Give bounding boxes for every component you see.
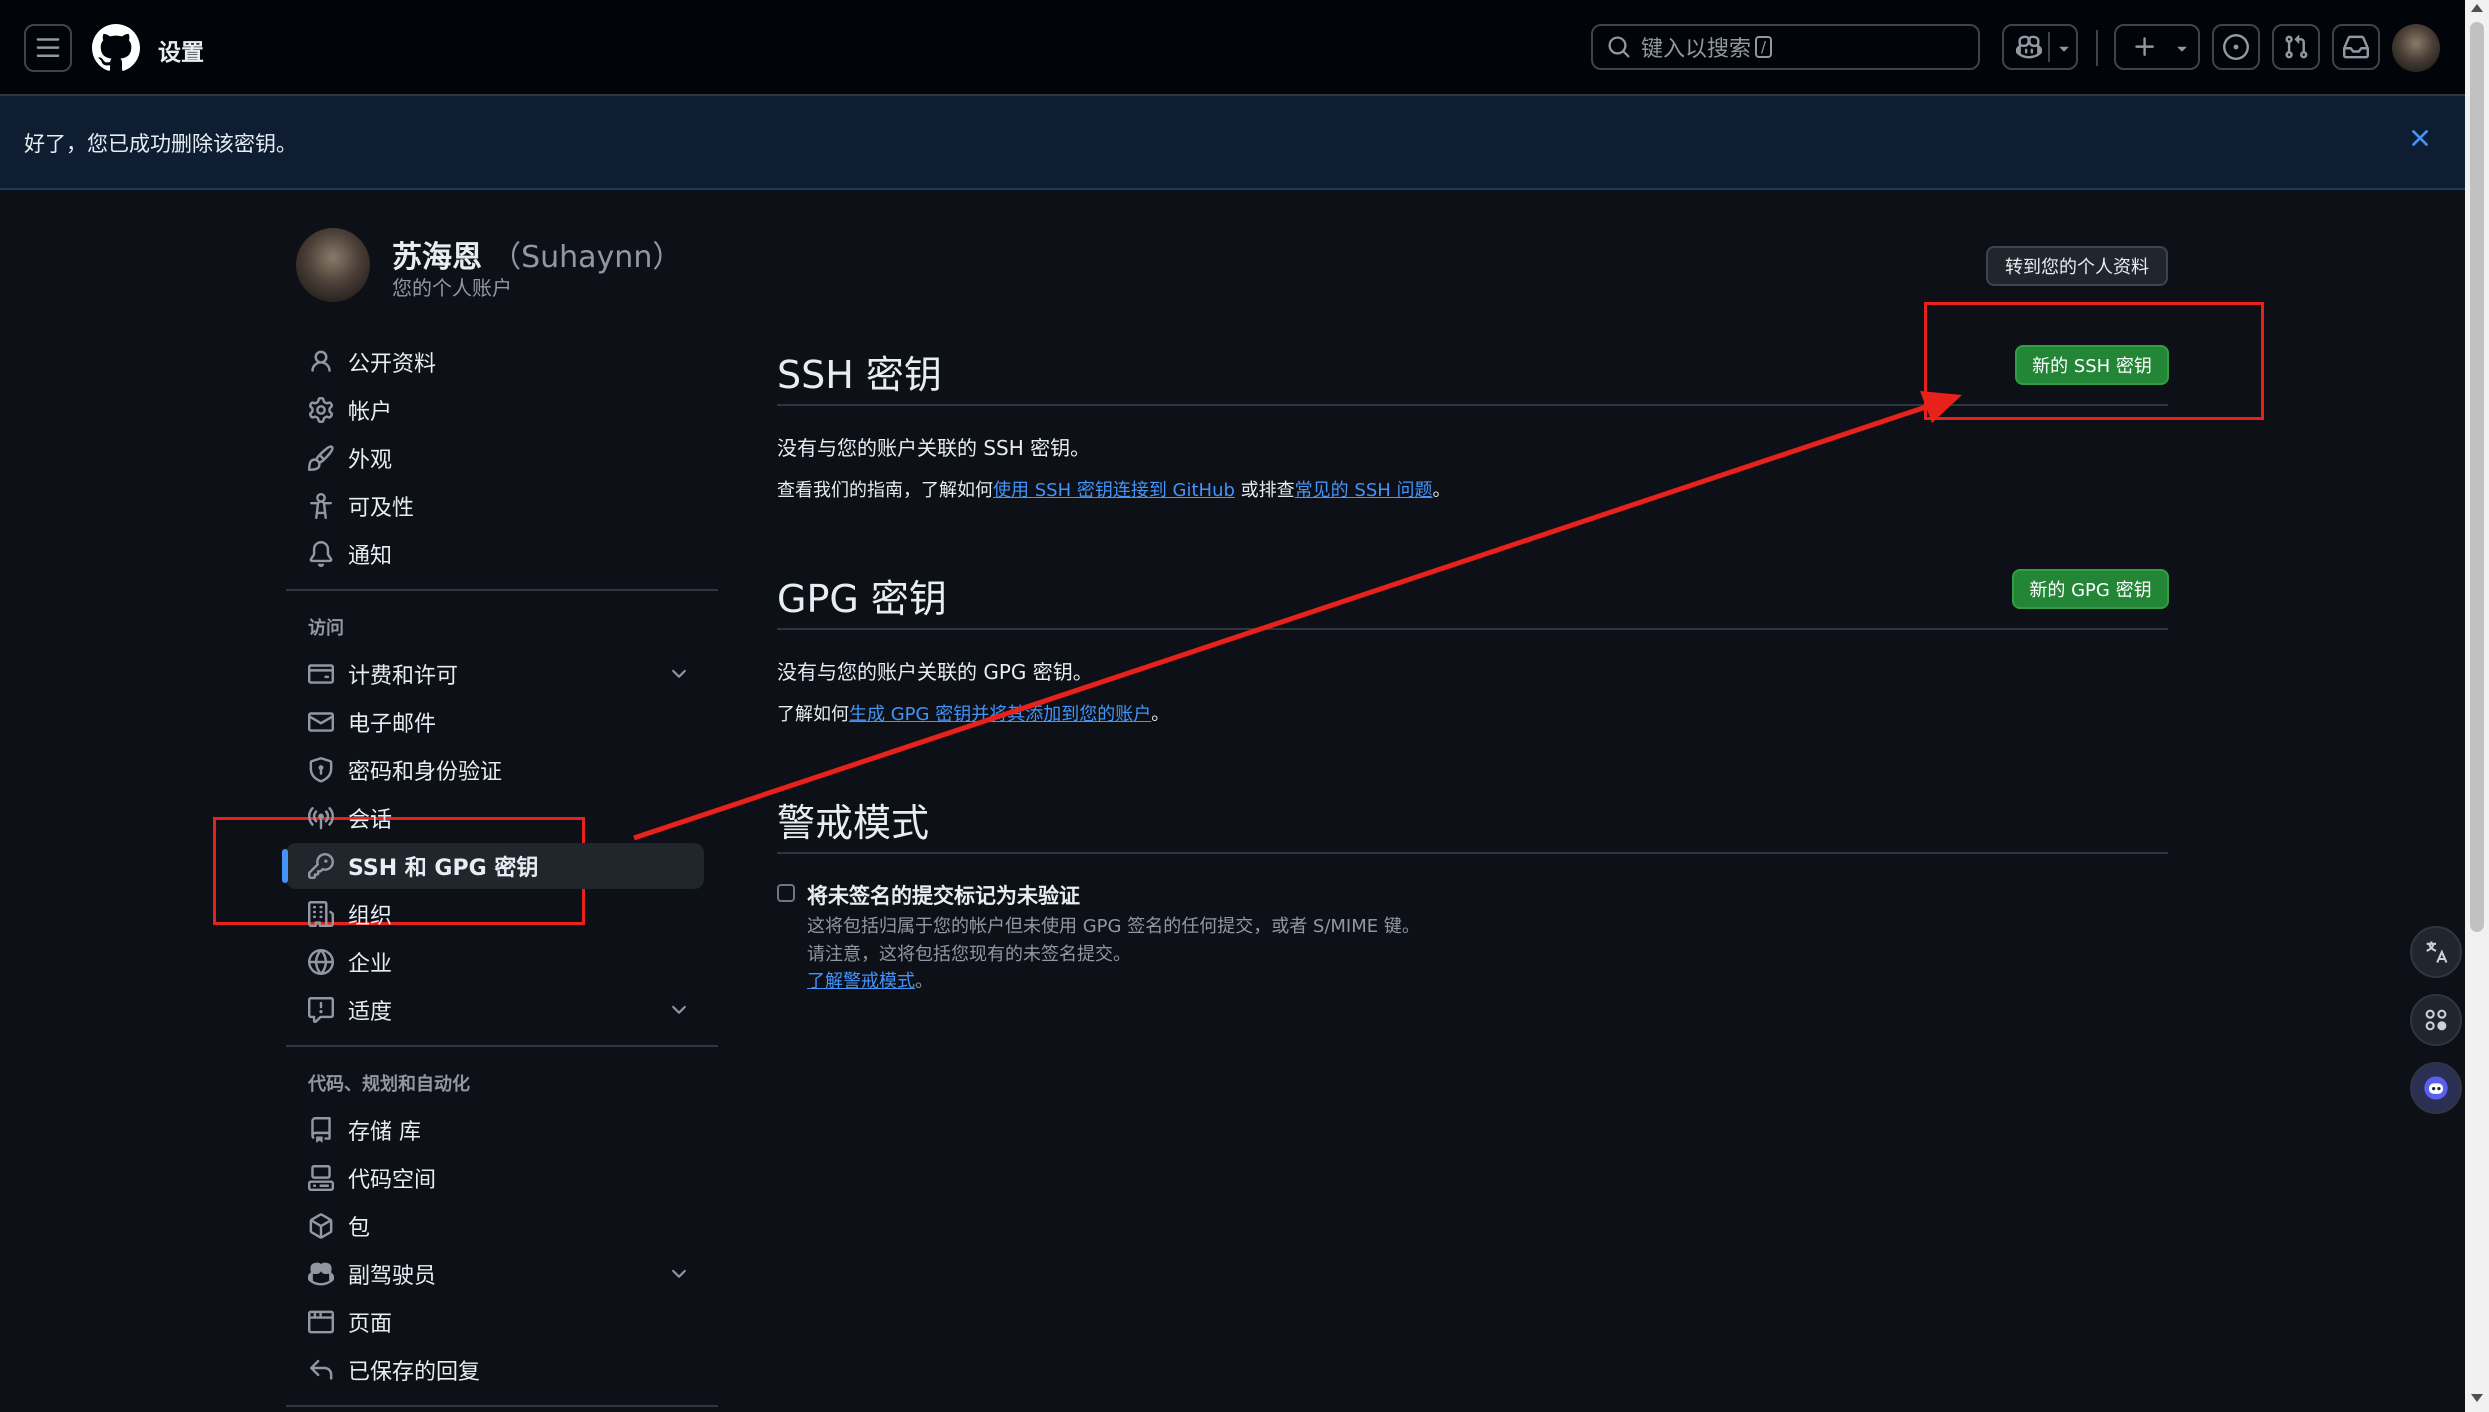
sidebar-item-key[interactable]: SSH 和 GPG 密钥 (282, 843, 704, 889)
sidebar-item-reply[interactable]: 已保存的回复 (286, 1347, 704, 1393)
sidebar-item-report[interactable]: 适度 (286, 987, 704, 1033)
sidebar-item-shield-lock[interactable]: 密码和身份验证 (286, 747, 704, 793)
sidebar-item-label: 适度 (348, 1000, 393, 1025)
browser-icon (308, 1309, 334, 1335)
sidebar-item-person[interactable]: 公开资料 (286, 339, 704, 385)
credit-card-icon (308, 661, 334, 687)
chevron-down-icon (672, 669, 686, 678)
sidebar-divider (286, 1405, 718, 1407)
sidebar-item-bell[interactable]: 通知 (286, 531, 704, 577)
accessibility-icon (308, 493, 334, 519)
sidebar-item-label: 会话 (348, 808, 393, 833)
sidebar-item-label: 电子邮件 (348, 712, 437, 737)
sidebar-item-label: 页面 (348, 1312, 393, 1337)
sidebar-item-mail[interactable]: 电子邮件 (286, 699, 704, 745)
sidebar-item-accessibility[interactable]: 可及性 (286, 483, 704, 529)
sidebar-item-package[interactable]: 包 (286, 1203, 704, 1249)
sidebar-divider (286, 589, 718, 591)
sidebar-item-label: 通知 (348, 544, 393, 569)
paintbrush-icon (308, 445, 334, 471)
sidebar-item-label: 代码空间 (348, 1168, 437, 1193)
sidebar-item-organization[interactable]: 组织 (286, 891, 704, 937)
package-icon (308, 1213, 334, 1239)
globe-icon (308, 949, 334, 975)
sidebar-item-gear[interactable]: 帐户 (286, 387, 704, 433)
sidebar-item-label: SSH 和 GPG 密钥 (348, 856, 539, 881)
sidebar-item-label: 包 (348, 1216, 371, 1241)
report-icon (308, 997, 334, 1023)
sidebar-item-paintbrush[interactable]: 外观 (286, 435, 704, 481)
shield-lock-icon (308, 757, 334, 783)
sidebar-item-label: 已保存的回复 (348, 1360, 481, 1385)
reply-icon (308, 1357, 334, 1383)
codespaces-icon (308, 1165, 334, 1191)
bell-icon (308, 541, 334, 567)
sidebar-item-copilot[interactable]: 副驾驶员 (286, 1251, 704, 1297)
sidebar-item-label: 计费和许可 (348, 664, 459, 689)
sidebar-item-label: 密码和身份验证 (348, 760, 503, 785)
chevron-down-icon (672, 1269, 686, 1278)
sidebar-item-browser[interactable]: 页面 (286, 1299, 704, 1345)
sidebar-item-label: 帐户 (348, 400, 393, 425)
repo-icon (308, 1117, 334, 1143)
chevron-down-icon (672, 1005, 686, 1014)
sidebar-item-label: 企业 (348, 952, 393, 977)
sidebar-divider (286, 1045, 718, 1047)
broadcast-icon (308, 805, 334, 831)
sidebar-item-label: 外观 (348, 448, 393, 473)
sidebar-item-label: 公开资料 (348, 352, 437, 377)
sidebar-item-label: 组织 (348, 904, 393, 929)
sidebar-item-repo[interactable]: 存储 库 (286, 1107, 704, 1153)
copilot-icon (308, 1261, 334, 1287)
mail-icon (308, 709, 334, 735)
sidebar-item-globe[interactable]: 企业 (286, 939, 704, 985)
sidebar-item-label: 存储 库 (348, 1120, 421, 1145)
key-icon (308, 853, 334, 879)
gear-icon (308, 397, 334, 423)
organization-icon (308, 901, 334, 927)
sidebar-item-credit-card[interactable]: 计费和许可 (286, 651, 704, 697)
sidebar-item-label: 副驾驶员 (348, 1264, 437, 1289)
sidebar-item-broadcast[interactable]: 会话 (286, 795, 704, 841)
person-icon (308, 349, 334, 375)
sidebar-item-codespaces[interactable]: 代码空间 (286, 1155, 704, 1201)
sidebar-section-code: 代码、规划和自动化 (308, 1074, 470, 1095)
sidebar-item-label: 可及性 (348, 496, 415, 521)
sidebar-section-access: 访问 (308, 618, 344, 639)
